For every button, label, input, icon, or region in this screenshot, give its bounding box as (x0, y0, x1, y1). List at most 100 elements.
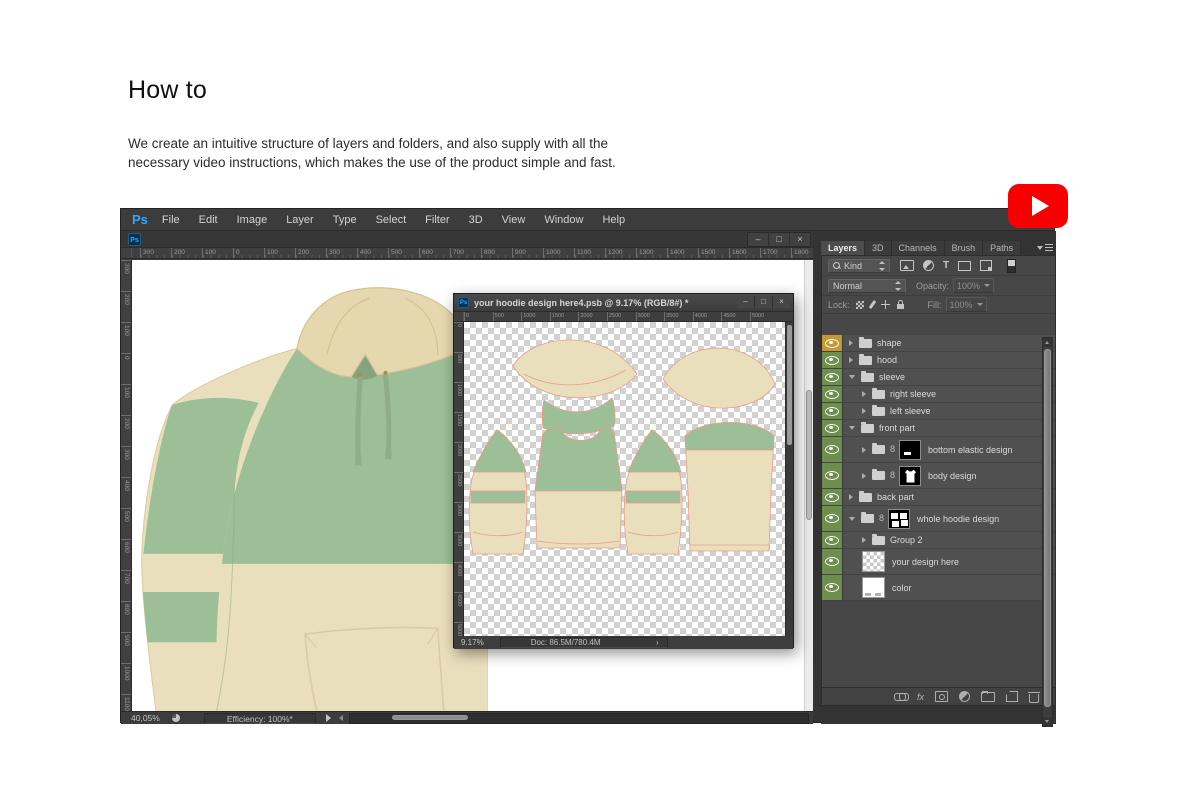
layer-name[interactable]: color (892, 583, 912, 593)
layer-row[interactable]: shape (822, 335, 1055, 352)
layer-row[interactable]: color (822, 575, 1055, 601)
layer-row[interactable]: back part (822, 489, 1055, 506)
new-adjustment-layer-icon[interactable] (959, 691, 970, 702)
layer-row[interactable]: 8 bottom elastic design (822, 437, 1055, 463)
visibility-toggle[interactable] (822, 489, 843, 505)
scroll-down-icon[interactable] (1043, 717, 1052, 726)
layer-name[interactable]: left sleeve (890, 406, 931, 416)
layer-row[interactable]: Group 2 (822, 532, 1055, 549)
link-layers-icon[interactable] (894, 693, 906, 701)
expand-chevron-icon[interactable] (849, 340, 853, 346)
status-arrow-icon[interactable] (326, 714, 331, 722)
scroll-left-icon[interactable] (339, 715, 343, 721)
tab-channels[interactable]: Channels (892, 241, 945, 255)
document-horizontal-scrollbar[interactable] (349, 713, 809, 724)
tab-3d[interactable]: 3D (865, 241, 892, 255)
inner-canvas[interactable] (464, 322, 785, 636)
kind-filter-select[interactable]: Kind (828, 259, 890, 273)
inner-vertical-scrollbar[interactable] (785, 322, 793, 636)
blend-mode-select[interactable]: Normal (828, 279, 906, 293)
expand-chevron-icon[interactable] (849, 426, 855, 430)
fill-value[interactable]: 100% (946, 297, 987, 312)
scroll-up-icon[interactable] (1043, 338, 1052, 347)
expand-chevron-icon[interactable] (849, 494, 853, 500)
lock-all-icon[interactable] (897, 304, 904, 309)
lock-transparency-icon[interactable] (856, 301, 864, 309)
minimize-button[interactable]: – (748, 233, 768, 246)
visibility-toggle[interactable] (822, 369, 843, 385)
menu-item-file[interactable]: File (162, 214, 180, 226)
inner-maximize-button[interactable]: □ (754, 296, 772, 308)
layer-name[interactable]: whole hoodie design (917, 514, 999, 524)
maximize-button[interactable]: □ (768, 233, 789, 246)
menu-item-view[interactable]: View (502, 214, 526, 226)
tab-layers[interactable]: Layers (821, 241, 865, 255)
new-group-icon[interactable] (981, 692, 995, 702)
layer-row[interactable]: 8 body design (822, 463, 1055, 489)
panel-menu-icon[interactable] (1037, 243, 1053, 253)
menu-item-select[interactable]: Select (376, 214, 407, 226)
layer-thumbnail[interactable] (862, 551, 885, 572)
inner-title-bar[interactable]: Ps your hoodie design here4.psb @ 9.17% … (454, 294, 793, 312)
inner-zoom-level[interactable]: 9.17% (461, 638, 484, 647)
layer-row[interactable]: right sleeve (822, 386, 1055, 403)
layer-name[interactable]: bottom elastic design (928, 445, 1013, 455)
expand-chevron-icon[interactable] (862, 447, 866, 453)
filter-shape-layers-icon[interactable] (958, 261, 971, 271)
visibility-toggle[interactable] (822, 403, 843, 419)
menu-item-layer[interactable]: Layer (286, 214, 314, 226)
layer-name[interactable]: hood (877, 355, 897, 365)
opacity-value[interactable]: 100% (953, 278, 994, 293)
expand-chevron-icon[interactable] (862, 391, 866, 397)
mask-thumbnail[interactable] (899, 466, 921, 486)
visibility-toggle[interactable] (822, 506, 843, 531)
delete-layer-icon[interactable] (1029, 694, 1039, 703)
layer-name[interactable]: your design here (892, 557, 959, 567)
youtube-play-button[interactable] (1008, 184, 1068, 228)
panel-scrollbar[interactable] (1042, 337, 1053, 727)
layer-name[interactable]: body design (928, 471, 977, 481)
filter-smart-objects-icon[interactable] (980, 260, 992, 271)
menu-item-window[interactable]: Window (544, 214, 583, 226)
zoom-level[interactable]: 40,05% (131, 713, 160, 723)
efficiency-indicator[interactable]: Efficiency: 100%* (204, 713, 316, 724)
menu-item-help[interactable]: Help (602, 214, 625, 226)
menu-item-type[interactable]: Type (333, 214, 357, 226)
layer-row[interactable]: hood (822, 352, 1055, 369)
expand-chevron-icon[interactable] (862, 473, 866, 479)
expand-chevron-icon[interactable] (849, 517, 855, 521)
layer-row[interactable]: 8 whole hoodie design (822, 506, 1055, 532)
filter-pixel-layers-icon[interactable] (900, 260, 914, 271)
document-vertical-scrollbar[interactable] (804, 260, 813, 711)
visibility-toggle[interactable] (822, 335, 843, 351)
layer-name[interactable]: right sleeve (890, 389, 936, 399)
lock-paint-icon[interactable] (868, 300, 876, 309)
layer-row[interactable]: front part (822, 420, 1055, 437)
layer-thumbnail[interactable] (862, 577, 885, 598)
new-layer-icon[interactable] (1006, 691, 1018, 702)
layer-name[interactable]: back part (877, 492, 914, 502)
layer-name[interactable]: sleeve (879, 372, 905, 382)
filter-toggle-icon[interactable] (1007, 259, 1016, 273)
mask-thumbnail[interactable] (899, 440, 921, 460)
menu-item-edit[interactable]: Edit (199, 214, 218, 226)
visibility-toggle[interactable] (822, 420, 843, 436)
filter-type-layers-icon[interactable]: T (943, 261, 949, 271)
inner-document-window[interactable]: Ps your hoodie design here4.psb @ 9.17% … (453, 293, 794, 648)
mask-thumbnail[interactable] (888, 509, 910, 529)
scrollbar-thumb[interactable] (1044, 349, 1051, 707)
layer-style-icon[interactable]: fx (917, 692, 924, 702)
layer-row[interactable]: sleeve (822, 369, 1055, 386)
layer-name[interactable]: shape (877, 338, 902, 348)
lock-position-icon[interactable] (881, 300, 890, 309)
inner-minimize-button[interactable]: – (737, 296, 754, 308)
expand-chevron-icon[interactable] (849, 357, 853, 363)
add-mask-icon[interactable] (935, 691, 948, 702)
menu-item-3d[interactable]: 3D (469, 214, 483, 226)
layer-row[interactable]: left sleeve (822, 403, 1055, 420)
inner-close-button[interactable]: × (772, 296, 790, 308)
visibility-toggle[interactable] (822, 575, 843, 600)
expand-chevron-icon[interactable] (849, 375, 855, 379)
menu-item-image[interactable]: Image (237, 214, 268, 226)
visibility-toggle[interactable] (822, 437, 843, 462)
